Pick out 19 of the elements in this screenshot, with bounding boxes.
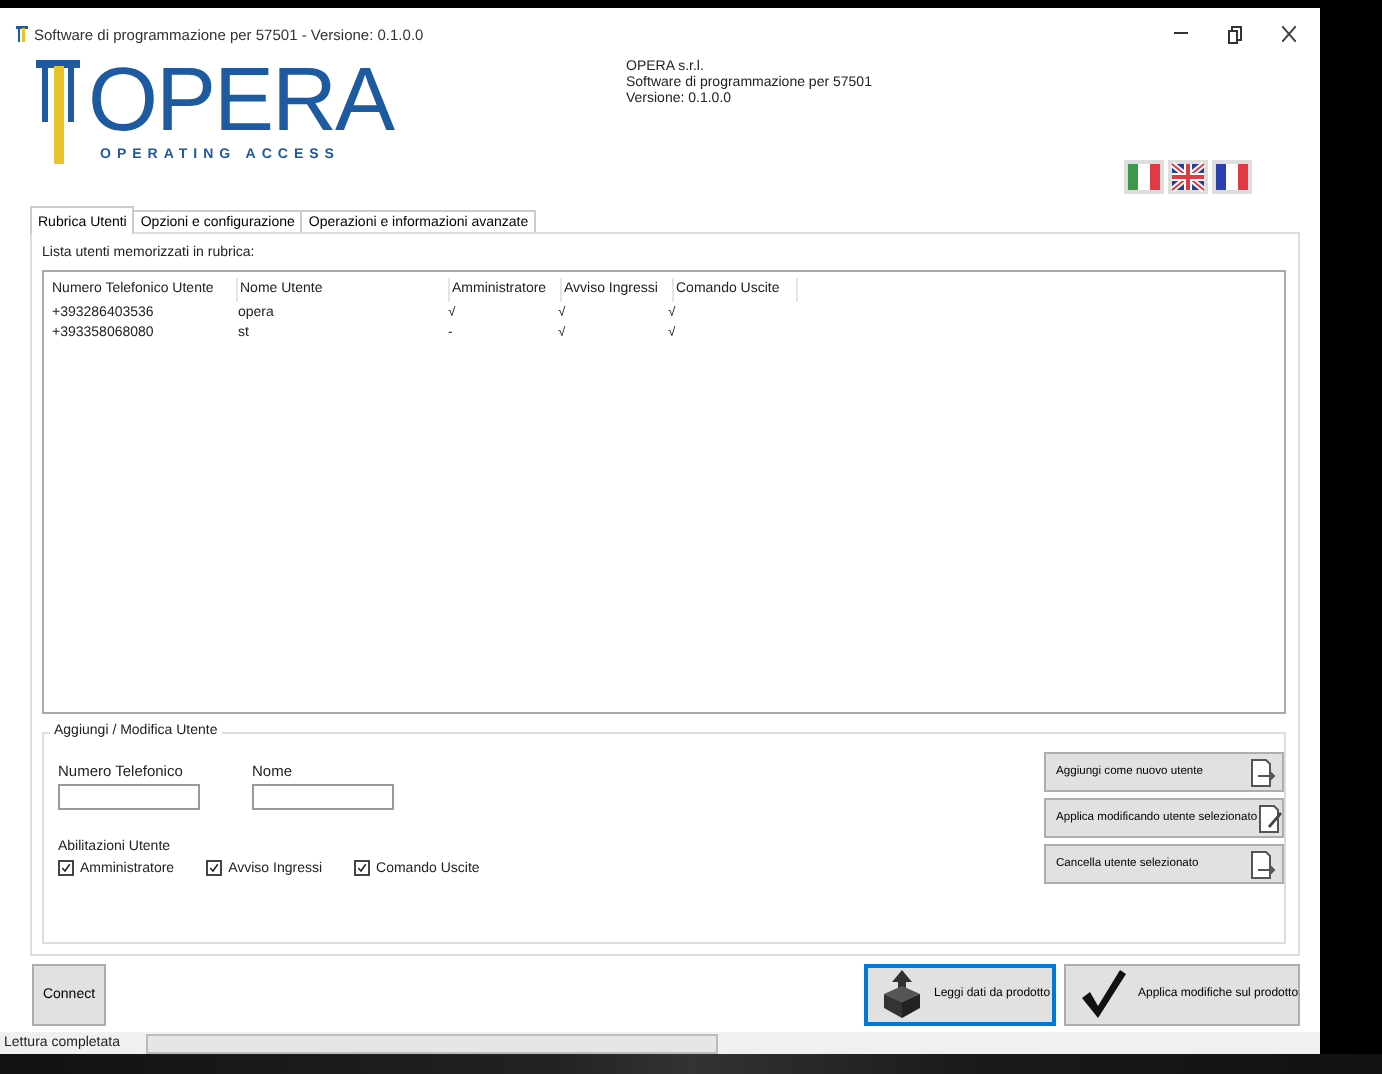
restore-icon[interactable] (1228, 25, 1242, 43)
british-flag-icon[interactable] (1168, 160, 1208, 194)
input-field[interactable] (58, 784, 200, 810)
pillar-icon (36, 60, 80, 164)
close-icon[interactable] (1282, 26, 1296, 42)
french-flag-icon[interactable] (1212, 160, 1252, 194)
input-field[interactable] (252, 784, 394, 810)
pillar-icon (16, 26, 28, 42)
arrow-into-document-icon (1250, 757, 1276, 787)
checkbox[interactable] (354, 860, 371, 876)
box-upload-icon (882, 970, 922, 1018)
italian-flag-icon[interactable] (1124, 160, 1164, 194)
checkbox[interactable] (206, 860, 223, 876)
minimize-icon[interactable] (1174, 32, 1188, 36)
logo-name: OPERA (88, 60, 394, 140)
checkbox[interactable] (58, 860, 74, 876)
pencil-document-icon (1257, 803, 1284, 833)
arrow-into-document-icon (1250, 849, 1276, 879)
checkmark-icon (1082, 970, 1126, 1018)
